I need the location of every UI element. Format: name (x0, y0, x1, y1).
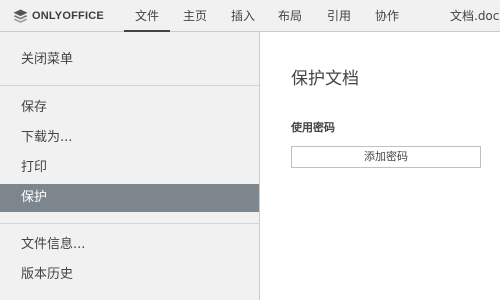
menu-item-close-menu[interactable]: 关闭菜单 (0, 46, 259, 74)
app-logo-text: ONLYOFFICE (32, 10, 104, 22)
panel-title: 保护文档 (291, 69, 359, 89)
tab-layout[interactable]: 布局 (271, 0, 309, 31)
menu-item-save[interactable]: 保存 (0, 94, 259, 122)
password-section-label: 使用密码 (291, 121, 335, 134)
menu-item-protect[interactable]: 保护 (0, 184, 259, 212)
menu-item-download-as[interactable]: 下载为... (0, 124, 259, 152)
top-toolbar: ONLYOFFICE 文件 主页 插入 布局 引用 协作 文档.docx (0, 0, 500, 32)
file-menu: 关闭菜单 保存 下载为... 打印 保护 文件信息... 版本历史 (0, 32, 260, 300)
tab-insert[interactable]: 插入 (224, 0, 262, 31)
document-title: 文档.docx (450, 9, 500, 23)
menu-separator (0, 223, 259, 224)
menu-item-print[interactable]: 打印 (0, 154, 259, 182)
tab-references[interactable]: 引用 (320, 0, 358, 31)
app-logo: ONLYOFFICE (13, 9, 104, 23)
tab-home[interactable]: 主页 (176, 0, 214, 31)
layers-icon (13, 9, 28, 23)
menu-item-file-info[interactable]: 文件信息... (0, 231, 259, 259)
tab-file[interactable]: 文件 (124, 0, 170, 32)
menu-item-version-history[interactable]: 版本历史 (0, 261, 259, 289)
tab-collaboration[interactable]: 协作 (368, 0, 406, 31)
menu-separator (0, 85, 259, 86)
add-password-button[interactable]: 添加密码 (291, 146, 481, 168)
protect-panel: 保护文档 使用密码 添加密码 (260, 32, 500, 300)
